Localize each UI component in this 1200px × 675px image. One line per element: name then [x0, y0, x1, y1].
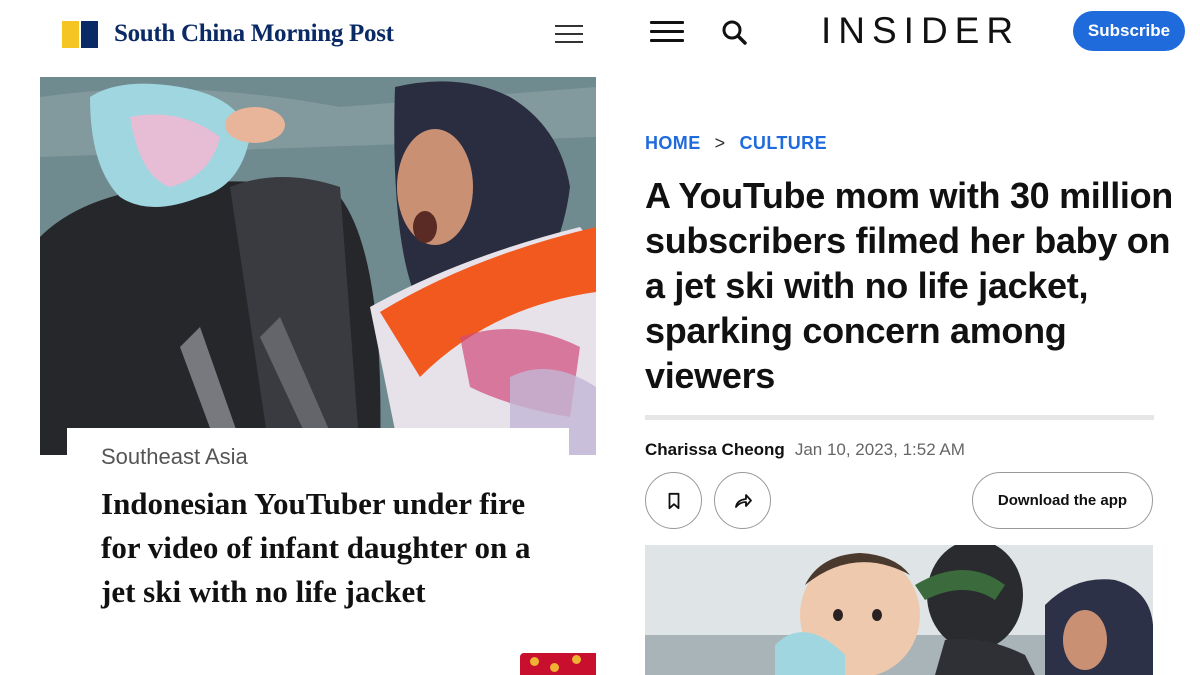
- scmp-section-label[interactable]: Southeast Asia: [101, 444, 248, 470]
- scmp-headline[interactable]: Indonesian YouTuber under fire for video…: [101, 482, 561, 614]
- insider-page: INSIDER Subscribe HOME > CULTURE A YouTu…: [620, 0, 1200, 675]
- byline: Charissa Cheong Jan 10, 2023, 1:52 AM: [645, 440, 965, 460]
- scmp-brand-name: South China Morning Post: [114, 20, 394, 47]
- article-headline: A YouTube mom with 30 million subscriber…: [645, 175, 1173, 396]
- scmp-menu-icon[interactable]: [555, 22, 583, 46]
- hamburger-menu-icon[interactable]: [650, 20, 684, 44]
- breadcrumb-separator: >: [714, 133, 726, 153]
- breadcrumb-home[interactable]: HOME: [645, 133, 701, 154]
- insider-logo[interactable]: INSIDER: [821, 10, 1020, 52]
- scmp-page: South China Morning Post Southeast Asia …: [0, 0, 620, 675]
- subscribe-button[interactable]: Subscribe: [1073, 11, 1185, 51]
- share-button[interactable]: [714, 472, 771, 529]
- download-app-button[interactable]: Download the app: [972, 472, 1153, 529]
- breadcrumb: HOME > CULTURE: [645, 133, 827, 154]
- scmp-headline-card[interactable]: Southeast Asia Indonesian YouTuber under…: [67, 428, 569, 675]
- author-name[interactable]: Charissa Cheong: [645, 440, 785, 460]
- search-icon[interactable]: [720, 18, 750, 48]
- bookmark-icon: [668, 492, 679, 509]
- scmp-logo[interactable]: South China Morning Post: [62, 20, 394, 48]
- scmp-logo-yellow-block: [62, 20, 79, 48]
- scmp-next-article-thumbnail[interactable]: [520, 653, 596, 675]
- publish-date: Jan 10, 2023, 1:52 AM: [794, 440, 965, 459]
- headline-divider: [645, 415, 1154, 420]
- bookmark-button[interactable]: [645, 472, 702, 529]
- insider-article-photo: [645, 545, 1153, 675]
- scmp-article-photo: [40, 77, 596, 455]
- breadcrumb-culture[interactable]: CULTURE: [740, 133, 827, 154]
- scmp-logo-navy-block: [81, 20, 98, 48]
- share-icon: [734, 493, 752, 508]
